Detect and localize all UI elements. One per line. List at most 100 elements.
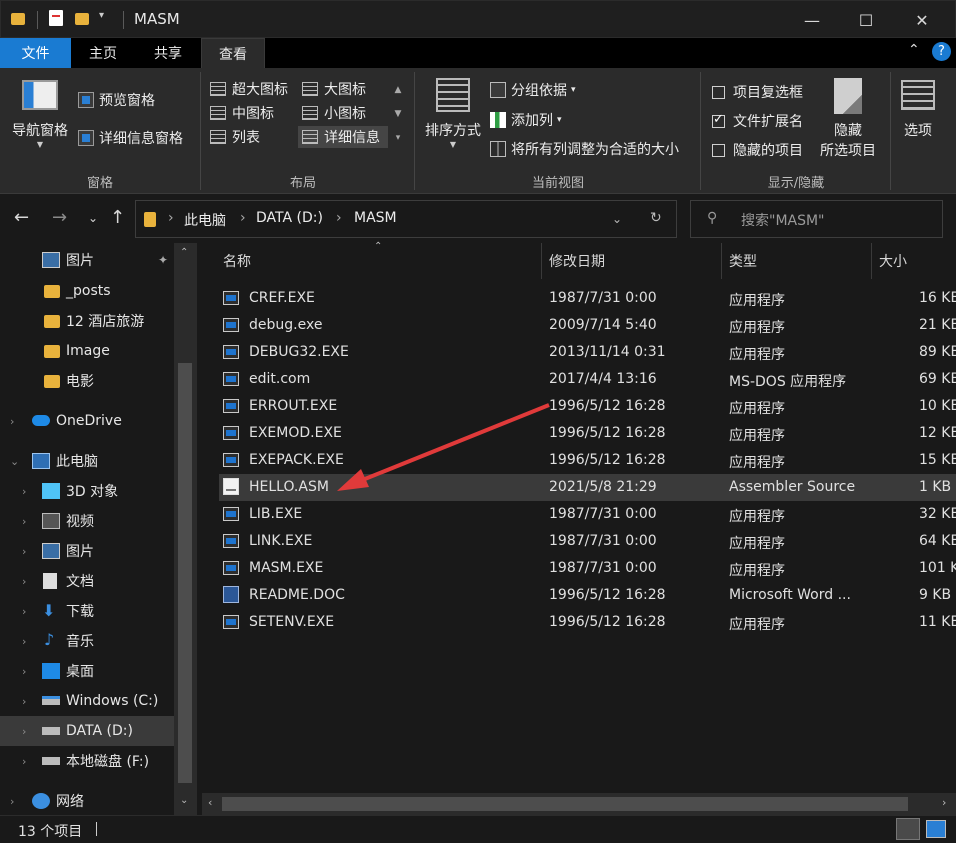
file-extensions-toggle[interactable]: 文件扩展名 [712,111,803,131]
scroll-left-icon[interactable]: ‹ [208,796,212,809]
tab-view[interactable]: 查看 [201,38,265,68]
nav-pane-scrollbar[interactable]: ⌃ ⌄ [174,243,196,815]
new-folder-icon[interactable] [75,10,93,28]
breadcrumb-separator-icon[interactable]: › [240,210,246,226]
close-button[interactable]: ✕ [899,1,945,39]
details-pane-button[interactable]: 详细信息窗格 [78,128,183,148]
column-divider[interactable] [541,243,542,279]
table-row[interactable]: ERROUT.EXE 1996/5/12 16:28 应用程序 10 KB [219,393,956,420]
address-dropdown-icon[interactable]: ⌄ [612,212,622,226]
collapse-ribbon-icon[interactable]: ⌃ [908,42,920,58]
search-input[interactable]: 搜索"MASM" [741,210,825,230]
recent-locations-button[interactable]: ⌄ [88,211,98,225]
refresh-icon[interactable]: ↻ [650,210,662,226]
nav-item-pictures-pinned[interactable]: 图片 ✦ [0,245,174,275]
breadcrumb-masm[interactable]: MASM [354,210,397,226]
chevron-right-icon[interactable]: › [22,485,26,498]
customize-toolbar-icon[interactable]: ▾ [99,10,117,28]
table-row[interactable]: CREF.EXE 1987/7/31 0:00 应用程序 16 KB [219,285,956,312]
tab-home[interactable]: 主页 [71,38,135,68]
scroll-down-icon[interactable]: ⌄ [180,795,188,806]
large-icons-view-icon[interactable] [926,820,946,838]
chevron-down-icon[interactable]: ⌄ [10,455,19,468]
layout-details[interactable]: 详细信息 [298,126,388,148]
layout-list[interactable]: 列表 [206,126,296,148]
table-row[interactable]: debug.exe 2009/7/14 5:40 应用程序 21 KB [219,312,956,339]
column-header-type[interactable]: 类型 [729,251,757,271]
chevron-right-icon[interactable]: › [22,515,26,528]
back-button[interactable]: ← [14,207,29,228]
preview-pane-button[interactable]: 预览窗格 [78,90,155,110]
pin-icon[interactable]: ✦ [158,253,168,267]
address-bar[interactable]: › 此电脑 › DATA (D:) › MASM ⌄ ↻ [135,200,677,238]
table-row[interactable]: README.DOC 1996/5/12 16:28 Microsoft Word … [219,582,956,609]
table-row[interactable]: LIB.EXE 1987/7/31 0:00 应用程序 32 KB [219,501,956,528]
nav-item-3d-objects[interactable]: › 3D 对象 [0,476,174,506]
item-checkboxes-toggle[interactable]: 项目复选框 [712,82,803,102]
up-button[interactable]: ↑ [110,207,125,228]
hidden-items-checkbox[interactable] [712,143,725,157]
size-all-columns-button[interactable]: 将所有列调整为合适的大小 [490,139,679,159]
table-row[interactable]: MASM.EXE 1987/7/31 0:00 应用程序 101 KB [219,555,956,582]
file-extensions-checkbox[interactable] [712,112,725,128]
scroll-up-icon[interactable]: ⌃ [180,247,188,258]
chevron-right-icon[interactable]: › [22,545,26,558]
table-row[interactable]: SETENV.EXE 1996/5/12 16:28 应用程序 11 KB [219,609,956,636]
chevron-right-icon[interactable]: › [22,755,26,768]
nav-item-posts[interactable]: _posts [0,276,174,306]
nav-item-hotel-travel[interactable]: 12 酒店旅游 [0,306,174,336]
column-header-size[interactable]: 大小 [879,251,907,271]
layout-small-icons[interactable]: 小图标 [298,102,388,124]
navigation-pane-button[interactable]: 导航窗格 ▼ [8,80,72,149]
tab-file[interactable]: 文件 [0,38,71,68]
group-by-button[interactable]: 分组依据 ▾ [490,80,576,100]
layout-gallery-scroll[interactable]: ▲ ▼ ▾ [391,78,405,152]
hidden-items-toggle[interactable]: 隐藏的项目 [712,140,803,160]
breadcrumb-data-d[interactable]: DATA (D:) [256,210,323,226]
table-row[interactable]: LINK.EXE 1987/7/31 0:00 应用程序 64 KB [219,528,956,555]
forward-button[interactable]: → [52,207,67,228]
nav-item-pictures[interactable]: › 图片 [0,536,174,566]
scroll-right-icon[interactable]: › [942,796,946,809]
minimize-button[interactable]: — [789,1,835,39]
table-row[interactable]: edit.com 2017/4/4 13:16 MS-DOS 应用程序 69 KB [219,366,956,393]
help-icon[interactable]: ? [932,42,951,61]
tab-share[interactable]: 共享 [135,38,201,68]
nav-item-onedrive[interactable]: › OneDrive [0,406,174,436]
chevron-right-icon[interactable]: › [22,665,26,678]
chevron-right-icon[interactable]: › [22,725,26,738]
table-row[interactable]: HELLO.ASM 2021/5/8 21:29 Assembler Source 1… [219,474,956,501]
chevron-right-icon[interactable]: › [10,795,14,808]
breadcrumb-this-pc[interactable]: 此电脑 [184,210,226,230]
table-row[interactable]: EXEPACK.EXE 1996/5/12 16:28 应用程序 15 KB [219,447,956,474]
options-button[interactable]: 选项 [896,80,940,140]
chevron-right-icon[interactable]: › [10,415,14,428]
chevron-right-icon[interactable]: › [22,575,26,588]
chevron-right-icon[interactable]: › [22,695,26,708]
nav-item-data-d[interactable]: › DATA (D:) [0,716,174,746]
column-divider[interactable] [721,243,722,279]
file-list-horizontal-scrollbar[interactable]: ‹ › [202,793,956,815]
nav-item-movies[interactable]: 电影 [0,366,174,396]
scrollbar-thumb[interactable] [222,797,908,811]
table-row[interactable]: EXEMOD.EXE 1996/5/12 16:28 应用程序 12 KB [219,420,956,447]
column-header-modified[interactable]: 修改日期 [549,251,605,271]
nav-item-local-disk-f[interactable]: › 本地磁盘 (F:) [0,746,174,776]
nav-item-downloads[interactable]: › ⬇ 下载 [0,596,174,626]
nav-item-documents[interactable]: › 文档 [0,566,174,596]
breadcrumb-separator-icon[interactable]: › [168,210,174,226]
nav-item-videos[interactable]: › 视频 [0,506,174,536]
column-header-name[interactable]: 名称 [223,251,251,271]
details-view-icon[interactable] [896,818,920,840]
breadcrumb-separator-icon[interactable]: › [336,210,342,226]
add-column-button[interactable]: 添加列 ▾ [490,110,562,130]
nav-item-desktop[interactable]: › 桌面 [0,656,174,686]
chevron-right-icon[interactable]: › [22,635,26,648]
sort-by-button[interactable]: 排序方式 ▼ [420,78,486,149]
column-divider[interactable] [871,243,872,279]
nav-item-this-pc[interactable]: ⌄ 此电脑 [0,446,174,476]
nav-item-music[interactable]: › ♪ 音乐 [0,626,174,656]
scrollbar-thumb[interactable] [178,363,192,783]
nav-item-network[interactable]: › 网络 [0,786,174,816]
layout-large-icons[interactable]: 大图标 [298,78,388,100]
